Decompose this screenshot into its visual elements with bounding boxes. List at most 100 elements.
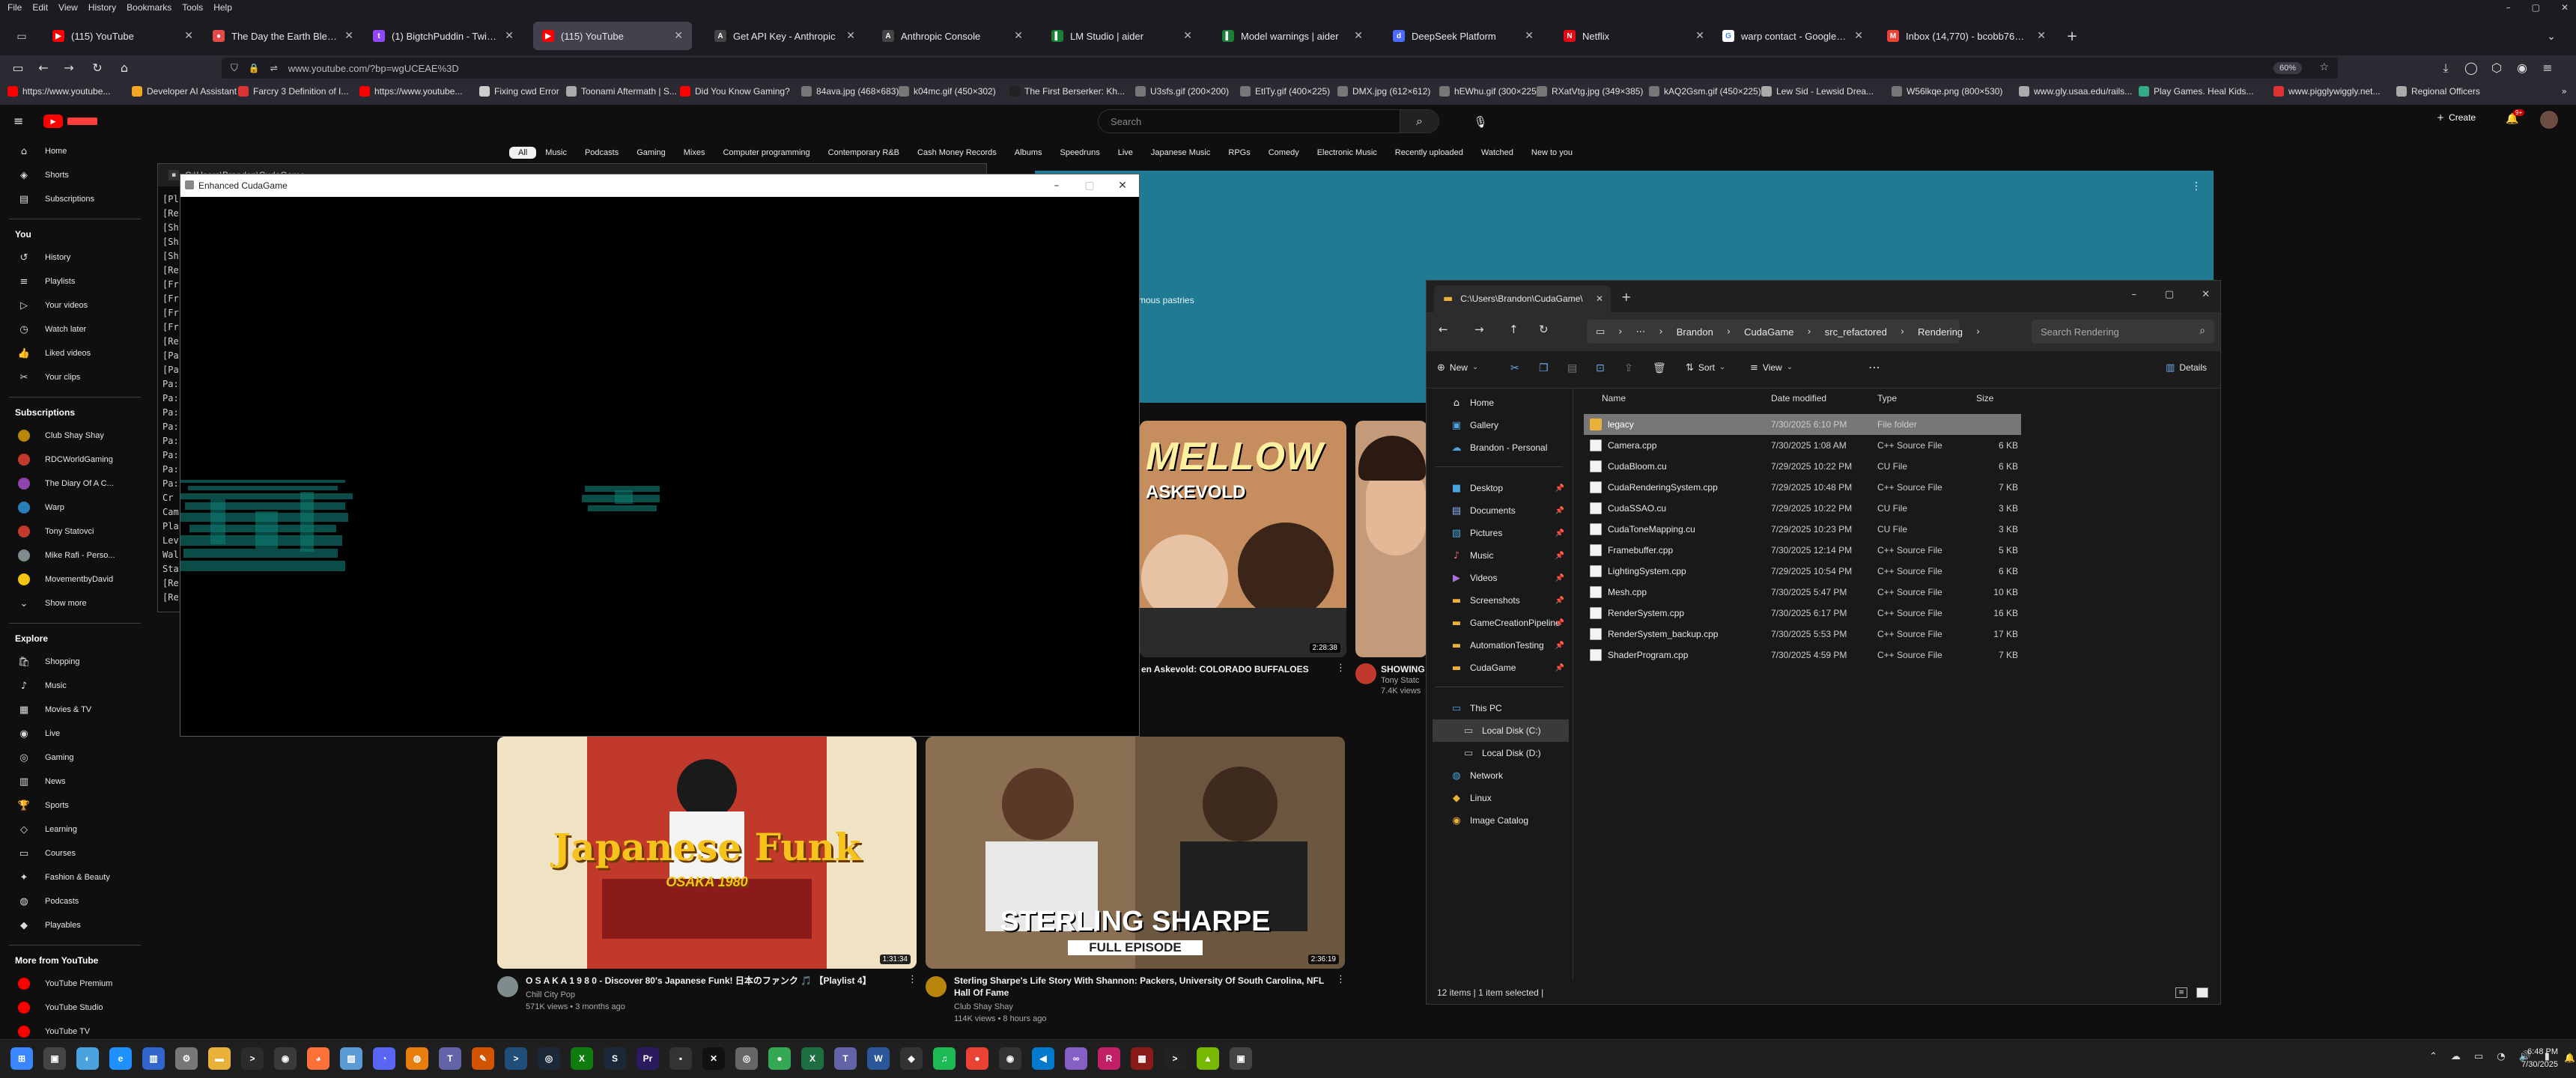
bookmark-item[interactable]: k04mc.gif (450×302) (899, 86, 996, 97)
video-more-icon[interactable]: ⋮ (908, 975, 917, 984)
new-tab-icon[interactable]: + (2064, 28, 2080, 45)
nav-item[interactable]: ◍ Network (1433, 764, 1569, 787)
chip[interactable]: Cash Money Records (908, 147, 1006, 159)
paint-icon[interactable]: ✎ (472, 1047, 494, 1070)
guide-menu-icon[interactable]: ≡ (13, 115, 23, 127)
sidebar-item[interactable]: ▤ Subscriptions (0, 189, 142, 210)
file-row[interactable]: RenderSystem_backup.cpp 7/30/2025 5:53 PM… (1584, 624, 2021, 645)
file-row[interactable]: CudaRenderingSystem.cpp 7/29/2025 10:48 P… (1584, 477, 2021, 498)
firefox-icon[interactable]: ◕ (307, 1047, 329, 1070)
close-icon[interactable]: ✕ (2202, 290, 2210, 299)
column-type[interactable]: Type (1877, 393, 1897, 404)
channel-avatar[interactable] (497, 976, 518, 997)
firefox-view-icon[interactable]: ▭ (13, 28, 30, 45)
file-row[interactable]: Camera.cpp 7/30/2025 1:08 AM C++ Source Fi… (1584, 435, 2021, 456)
bookmark-item[interactable]: Play Games. Heal Kids... (2139, 86, 2253, 97)
file-row[interactable]: CudaToneMapping.cu 7/29/2025 10:23 PM CU F… (1584, 519, 2021, 540)
sidebar-item[interactable]: ◇ Learning (0, 819, 142, 840)
sidebar-item[interactable]: Warp (0, 497, 142, 518)
browser-tab[interactable]: ▌ LM Studio | aider ✕ (1042, 22, 1201, 50)
bookmark-item[interactable]: kAQ2Gsm.gif (450×225) (1649, 86, 1761, 97)
nav-item[interactable]: ▬ Screenshots 📌 (1433, 589, 1569, 612)
sort-button[interactable]: ⇅ Sort ⌄ (1686, 362, 1725, 373)
excel-icon[interactable]: X (801, 1047, 824, 1070)
column-date-modified[interactable]: Date modified (1771, 393, 1826, 404)
file-row[interactable]: CudaBloom.cu 7/29/2025 10:22 PM CU File 6 K… (1584, 456, 2021, 477)
sidebar-item[interactable]: 👍 Liked videos (0, 343, 142, 364)
nav-item[interactable]: ▬ CudaGame 📌 (1433, 657, 1569, 679)
github-icon[interactable]: ◉ (999, 1047, 1021, 1070)
bookmark-item[interactable]: The First Berserker: Kh... (1009, 86, 1125, 97)
overflow-icon[interactable]: ⋯ (1636, 327, 1646, 337)
copilot-icon[interactable]: ◐ (76, 1047, 99, 1070)
close-tab-icon[interactable]: ✕ (1183, 31, 1192, 41)
epic-icon[interactable]: ▪ (669, 1047, 692, 1070)
powershell-icon[interactable]: > (505, 1047, 527, 1070)
browser-tab[interactable]: ▌ Model warnings | aider ✕ (1213, 22, 1372, 50)
banner-more-icon[interactable]: ⋮ (2191, 181, 2202, 192)
breadcrumb-item[interactable]: src_refactored (1825, 326, 1887, 338)
menu-icon[interactable]: ≡ (2539, 59, 2557, 77)
start-icon[interactable]: ⊞ (10, 1047, 33, 1070)
back-icon[interactable]: ← (1439, 324, 1448, 335)
nav-item[interactable]: ▧ Pictures 📌 (1433, 522, 1569, 544)
video-thumbnail[interactable]: STERLING SHARPE FULL EPISODE 2:36:19 (926, 737, 1345, 969)
account-icon[interactable]: ◯ (2462, 59, 2480, 77)
forward-icon[interactable]: → (1474, 324, 1484, 335)
sidebar-item[interactable]: ◈ Shorts (0, 165, 142, 186)
menu-edit[interactable]: Edit (32, 2, 48, 13)
new-tab-icon[interactable]: + (1621, 291, 1631, 303)
file-row[interactable]: LightingSystem.cpp 7/29/2025 10:54 PM C++ … (1584, 561, 2021, 582)
store-icon[interactable]: ▥ (142, 1047, 165, 1070)
settings-icon[interactable]: ⚙ (175, 1047, 198, 1070)
xbox-icon[interactable]: X (571, 1047, 593, 1070)
channel-avatar[interactable] (926, 976, 947, 997)
close-tab-icon[interactable]: ✕ (2037, 31, 2046, 41)
video-title[interactable]: SHOWING (1381, 663, 1425, 675)
video-more-icon[interactable]: ⋮ (1336, 663, 1346, 673)
clock[interactable]: 6:48 PM 7/30/2025 (2513, 1046, 2558, 1071)
bookmark-item[interactable]: Regional Officers (2396, 86, 2480, 97)
chip[interactable]: Watched (1472, 147, 1522, 159)
chip[interactable]: Podcasts (576, 147, 628, 159)
capcut-icon[interactable]: ✕ (702, 1047, 725, 1070)
sidebar-item[interactable]: ▥ News (0, 771, 142, 792)
game-titlebar[interactable]: Enhanced CudaGame – ▢ ✕ (180, 174, 1139, 197)
onedrive-icon[interactable]: ☁ (2451, 1052, 2461, 1062)
steam-alt-icon[interactable]: ◎ (538, 1047, 560, 1070)
chevron-right-icon[interactable]: › (1976, 327, 1980, 337)
teams-icon[interactable]: T (439, 1047, 461, 1070)
home-icon[interactable]: ⌂ (115, 59, 133, 77)
browser-tab[interactable]: A Get API Key - Anthropic ✕ (705, 22, 864, 50)
edge-icon[interactable]: e (109, 1047, 132, 1070)
delete-icon[interactable]: 🗑 (1653, 363, 1666, 374)
avatar[interactable] (2540, 111, 2558, 129)
column-size[interactable]: Size (1976, 393, 1993, 404)
sidebar-item[interactable]: Mike Rafi - Perso... (0, 545, 142, 566)
close-tab-icon[interactable]: ✕ (1695, 31, 1704, 41)
sidebar-item[interactable]: ⌂ Home (0, 141, 142, 162)
breadcrumb-item[interactable]: Rendering (1918, 326, 1963, 338)
view-button[interactable]: ≡ View ⌄ (1750, 362, 1793, 373)
wifi-icon[interactable]: ◔ (2497, 1052, 2505, 1062)
video-title[interactable]: Sterling Sharpe's Life Story With Shanno… (954, 975, 1328, 999)
column-name[interactable]: Name (1602, 393, 1626, 404)
permissions-icon[interactable]: ⇌ (270, 64, 278, 73)
bookmark-item[interactable]: www.pigglywiggly.net... (2273, 86, 2381, 97)
explorer-tab[interactable]: ▬ C:\Users\Brandon\CudaGame\ ✕ (1434, 285, 1611, 312)
bookmark-item[interactable]: Toonami Aftermath | S... (566, 86, 677, 97)
unity-icon[interactable]: ◆ (900, 1047, 923, 1070)
bookmark-item[interactable]: Developer AI Assistant (132, 86, 237, 97)
browser-tab[interactable]: N Netflix ✕ (1555, 22, 1713, 50)
video-title[interactable]: en Askevold: COLORADO BUFFALOES (1141, 663, 1333, 675)
details-button[interactable]: ▥ Details (2166, 362, 2207, 373)
terminal-icon[interactable]: > (241, 1047, 264, 1070)
display-icon[interactable]: ▭ (2474, 1052, 2483, 1062)
search-icon[interactable]: ⌕ (1400, 110, 1439, 133)
bookmark-item[interactable]: Did You Know Gaming? (680, 86, 790, 97)
breadcrumb-item[interactable]: Brandon (1677, 326, 1713, 338)
channel-name[interactable]: Chill City Pop (526, 990, 575, 1001)
sidebar-item[interactable]: ◎ Gaming (0, 747, 142, 768)
menu-bookmarks[interactable]: Bookmarks (127, 2, 171, 13)
sidebar-item[interactable]: ↺ History (0, 247, 142, 268)
